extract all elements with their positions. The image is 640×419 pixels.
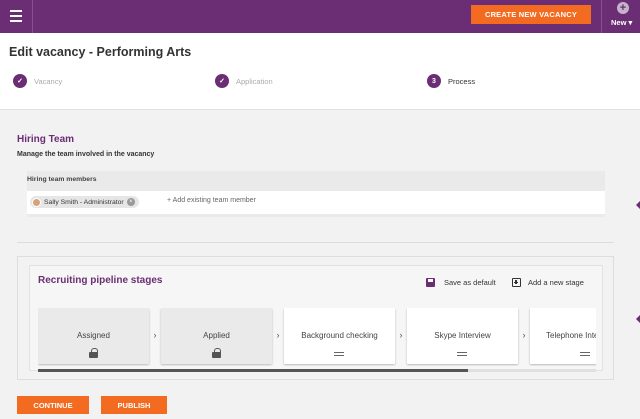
stage-label: Applied — [203, 331, 230, 340]
hiring-team-title: Hiring Team — [17, 134, 75, 145]
step-label: Application — [236, 76, 273, 86]
save-as-default-label: Save as default — [444, 278, 496, 287]
stages-scrollbar[interactable] — [38, 369, 596, 372]
stage-card-telephone-interview[interactable]: Telephone Interview — [530, 308, 596, 364]
lock-icon — [89, 348, 98, 358]
hiring-team-members-field: Hiring team members Sally Smith - Admini… — [27, 171, 605, 217]
topbar-divider — [601, 0, 602, 33]
hiring-team-subtitle: Manage the team involved in the vacancy — [17, 151, 155, 158]
save-icon — [426, 278, 435, 287]
menu-icon[interactable] — [6, 6, 26, 26]
step-vacancy[interactable]: ✓ Vacancy — [13, 74, 62, 88]
add-stage-icon — [512, 278, 521, 287]
add-stage-button[interactable]: Add a new stage — [512, 278, 584, 287]
lock-icon — [212, 348, 221, 358]
collapse-arrow-icon[interactable] — [636, 201, 640, 209]
avatar — [32, 197, 41, 207]
top-bar: CREATE NEW VACANCY + New ▾ — [0, 0, 640, 33]
create-new-vacancy-button[interactable]: CREATE NEW VACANCY — [471, 5, 591, 24]
scrollbar-thumb[interactable] — [38, 369, 468, 372]
pipeline-section: Recruiting pipeline stages Save as defau… — [17, 256, 614, 380]
stage-label: Skype Interview — [434, 331, 491, 340]
drag-handle-icon[interactable] — [334, 352, 344, 356]
page-header: Edit vacancy - Performing Arts ✓ Vacancy… — [0, 33, 640, 110]
chevron-right-icon: › — [522, 330, 526, 340]
member-chip[interactable]: Sally Smith - Administrator × — [30, 196, 139, 208]
stage-label: Telephone Interview — [546, 331, 596, 340]
topbar-divider — [32, 0, 33, 33]
plus-icon: + — [617, 2, 629, 14]
stage-label: Assigned — [77, 331, 110, 340]
page-title: Edit vacancy - Performing Arts — [9, 45, 192, 59]
stage-card-assigned[interactable]: Assigned — [38, 308, 149, 364]
continue-button[interactable]: CONTINUE — [17, 396, 89, 414]
drag-handle-icon[interactable] — [457, 352, 467, 356]
collapse-arrow-icon[interactable] — [636, 315, 640, 323]
members-input[interactable]: Sally Smith - Administrator × + Add exis… — [27, 191, 605, 214]
member-chip-label: Sally Smith - Administrator — [44, 198, 124, 206]
members-label: Hiring team members — [27, 176, 97, 183]
stage-card-applied[interactable]: Applied — [161, 308, 272, 364]
step-label: Process — [448, 76, 476, 86]
stage-label: Background checking — [301, 331, 378, 340]
new-menu-label: New ▾ — [611, 18, 633, 27]
step-label: Vacancy — [34, 76, 63, 86]
chevron-right-icon: › — [399, 330, 403, 340]
remove-chip-icon[interactable]: × — [126, 198, 135, 206]
save-as-default-button[interactable]: Save as default — [426, 278, 496, 287]
stage-card-background-checking[interactable]: Background checking — [284, 308, 395, 364]
step-application[interactable]: ✓ Application — [215, 74, 273, 88]
chevron-right-icon: › — [276, 330, 280, 340]
drag-handle-icon[interactable] — [580, 352, 590, 356]
publish-button[interactable]: PUBLISH — [101, 396, 167, 414]
add-team-member-input[interactable]: + Add existing team member — [167, 197, 256, 204]
step-process[interactable]: 3 Process — [427, 74, 475, 88]
pipeline-title: Recruiting pipeline stages — [38, 275, 163, 286]
new-menu-button[interactable]: + New ▾ — [605, 1, 640, 31]
stage-card-skype-interview[interactable]: Skype Interview — [407, 308, 518, 364]
check-icon: ✓ — [13, 74, 27, 88]
stages-track[interactable]: Assigned › Applied › Background checking… — [38, 308, 596, 366]
pipeline-panel: Recruiting pipeline stages Save as defau… — [29, 265, 603, 372]
add-stage-label: Add a new stage — [528, 278, 584, 287]
step-number: 3 — [427, 74, 441, 88]
check-icon: ✓ — [215, 74, 229, 88]
chevron-right-icon: › — [153, 330, 157, 340]
section-divider — [17, 242, 614, 243]
